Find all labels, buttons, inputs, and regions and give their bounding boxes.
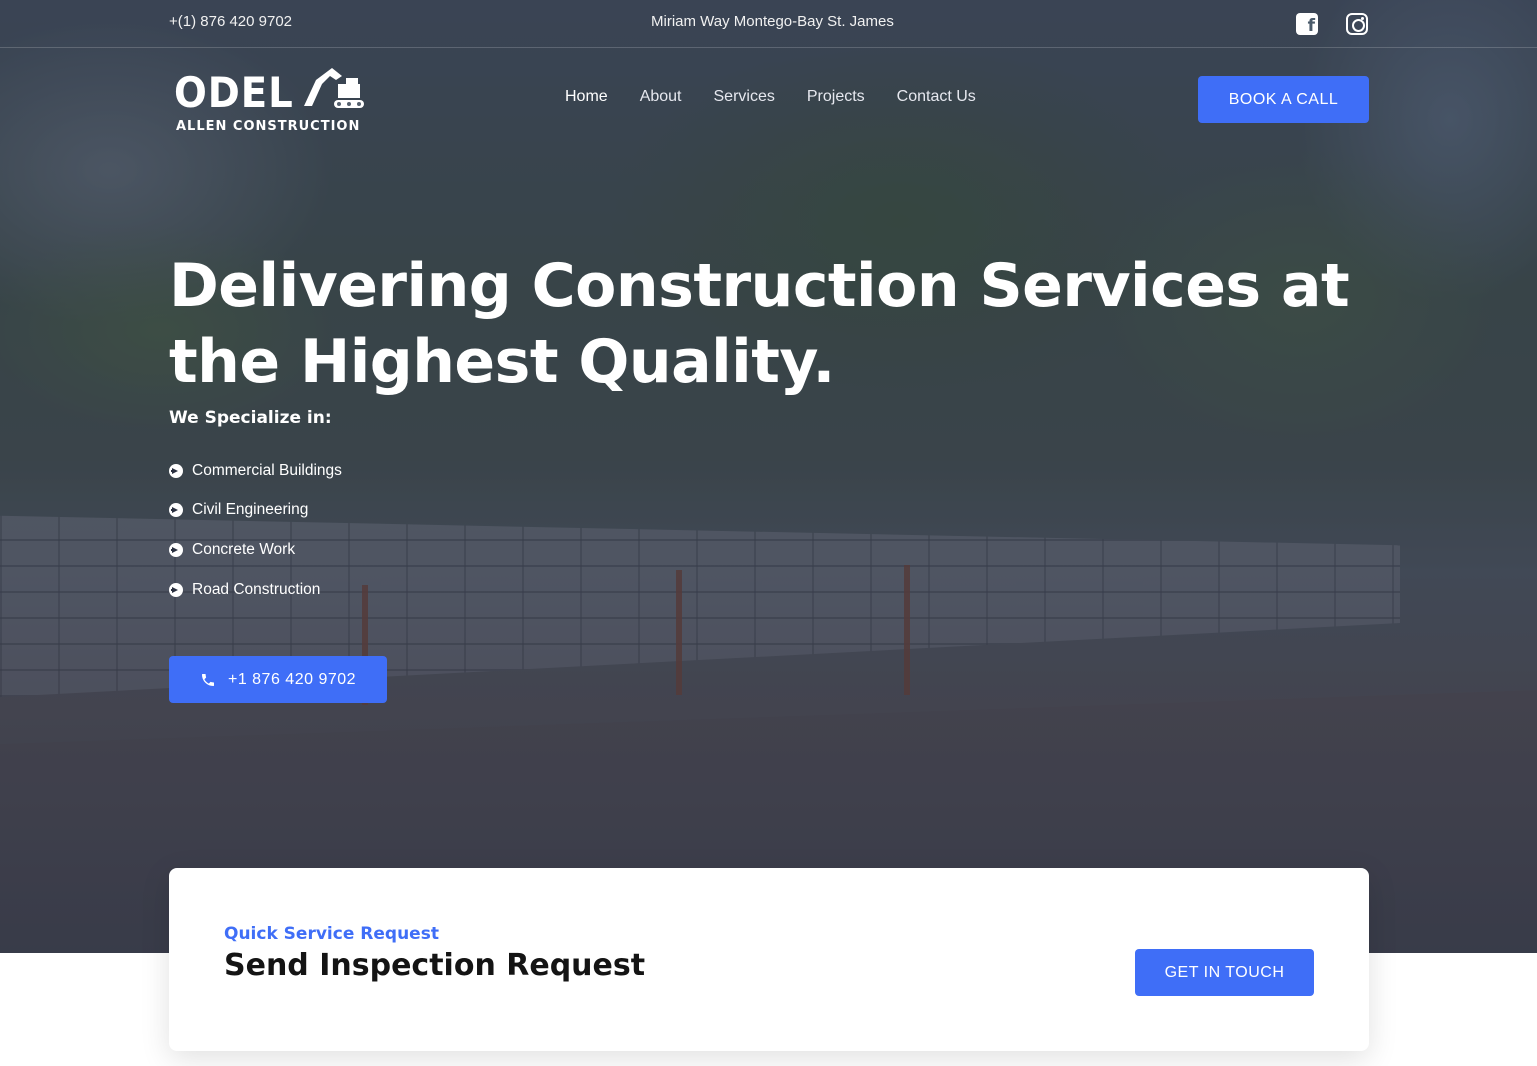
nav-item-about[interactable]: About xyxy=(640,88,682,106)
list-item: Road Construction xyxy=(169,570,342,610)
book-call-button[interactable]: BOOK A CALL xyxy=(1198,76,1369,123)
specialty-label: Concrete Work xyxy=(192,540,296,558)
card-kicker: Quick Service Request xyxy=(224,924,439,944)
phone-icon xyxy=(201,673,214,686)
hero-section: +(1) 876 420 9702 Miriam Way Montego-Bay… xyxy=(0,0,1537,953)
top-bar: +(1) 876 420 9702 Miriam Way Montego-Bay… xyxy=(0,0,1537,48)
nav-item-home[interactable]: Home xyxy=(565,88,608,106)
specialties-list: Commercial Buildings Civil Engineering C… xyxy=(169,451,342,609)
arrow-circle-icon xyxy=(169,463,183,478)
list-item: Civil Engineering xyxy=(169,491,342,531)
topbar-address: Miriam Way Montego-Bay St. James xyxy=(651,13,894,30)
list-item: Commercial Buildings xyxy=(169,451,342,491)
call-button[interactable]: +1 876 420 9702 xyxy=(169,656,387,703)
instagram-icon[interactable] xyxy=(1346,13,1368,35)
list-item: Concrete Work xyxy=(169,530,342,570)
excavator-icon xyxy=(304,68,364,108)
quick-request-card: Quick Service Request Send Inspection Re… xyxy=(169,868,1369,1051)
main-nav: Home About Services Projects Contact Us xyxy=(565,88,976,106)
nav-item-contact[interactable]: Contact Us xyxy=(897,88,976,106)
arrow-circle-icon xyxy=(169,582,183,597)
specialty-label: Civil Engineering xyxy=(192,501,309,519)
nav-item-projects[interactable]: Projects xyxy=(807,88,865,106)
logo-wordmark: ODEL xyxy=(174,68,294,117)
call-button-label: +1 876 420 9702 xyxy=(227,670,357,688)
specialty-label: Commercial Buildings xyxy=(192,461,342,479)
hero-headline: Delivering Construction Services at the … xyxy=(169,251,1350,397)
topbar-phone[interactable]: +(1) 876 420 9702 xyxy=(169,13,292,30)
logo[interactable]: ODEL ALLEN CONSTRUCTION xyxy=(174,66,369,136)
logo-subtitle: ALLEN CONSTRUCTION xyxy=(176,119,361,134)
specialize-label: We Specialize in: xyxy=(169,408,332,428)
facebook-icon[interactable]: f xyxy=(1296,13,1318,36)
arrow-circle-icon xyxy=(169,542,183,557)
arrow-circle-icon xyxy=(169,503,183,518)
card-title: Send Inspection Request xyxy=(224,948,646,983)
specialty-label: Road Construction xyxy=(192,580,321,598)
nav-item-services[interactable]: Services xyxy=(714,88,775,106)
get-in-touch-button[interactable]: GET IN TOUCH xyxy=(1135,949,1314,996)
